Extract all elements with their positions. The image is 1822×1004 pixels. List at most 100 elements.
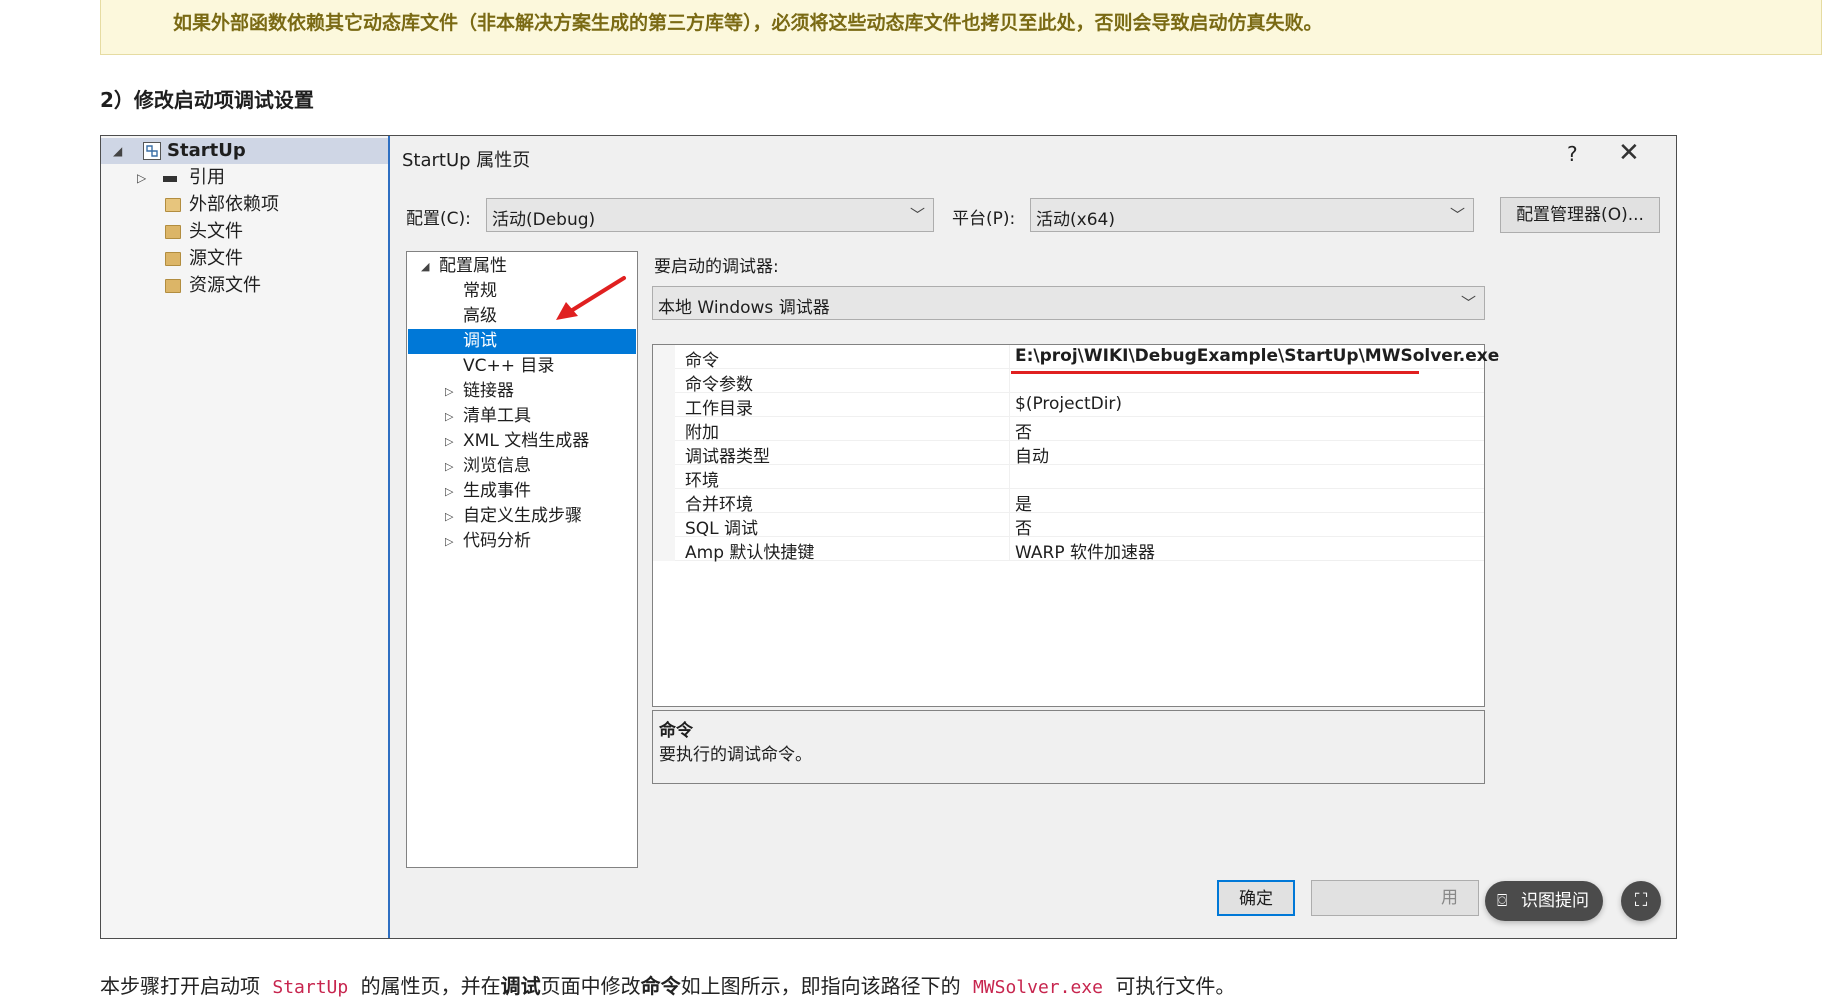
- tree-item-label: 调试: [463, 331, 497, 351]
- tree-item-manifest[interactable]: ▷ 清单工具: [445, 404, 625, 429]
- tree-item-browse[interactable]: ▷ 浏览信息: [445, 454, 625, 479]
- screenshot-figure: ◢ StartUp ▷ 引用 外部依赖项 头文件 源文件 资源文件 StartU…: [100, 135, 1677, 939]
- prop-row-command[interactable]: 命令 E:\proj\WIKI\DebugExample\StartUp\MWS…: [653, 345, 1499, 371]
- tree-item-label: 自定义生成步骤: [463, 506, 582, 526]
- prop-key: 合并环境: [685, 495, 753, 515]
- expand-triangle-icon[interactable]: ◢: [421, 254, 429, 279]
- prop-key: 调试器类型: [685, 447, 770, 467]
- caption-bold: 调试: [500, 974, 541, 998]
- description-title: 命令: [659, 721, 693, 741]
- caption-bold: 命令: [640, 974, 681, 998]
- warning-note-text: 如果外部函数依赖其它动态库文件（非本解决方案生成的第三方库等），必须将这些动态库…: [173, 12, 1323, 34]
- collapsed-triangle-icon[interactable]: ▷: [445, 454, 453, 479]
- tree-item-advanced[interactable]: 高级: [463, 304, 497, 329]
- tree-item-general[interactable]: 常规: [463, 279, 497, 304]
- platform-select[interactable]: 活动(x64) ﹀: [1030, 198, 1474, 232]
- scan-icon: ⌼: [1497, 891, 1508, 911]
- prop-value-command[interactable]: E:\proj\WIKI\DebugExample\StartUp\MWSolv…: [1015, 346, 1499, 366]
- prop-value[interactable]: 否: [1015, 418, 1032, 443]
- prop-row-amp[interactable]: Amp 默认快捷键 WARP 软件加速器: [653, 537, 1484, 563]
- grid-gutter: [653, 465, 675, 489]
- collapsed-triangle-icon[interactable]: ▷: [445, 529, 453, 554]
- ok-button[interactable]: 确定: [1217, 880, 1295, 916]
- platform-label: 平台(P):: [952, 209, 1016, 229]
- se-item-headers[interactable]: 头文件: [101, 219, 388, 245]
- dialog-title: StartUp 属性页: [402, 150, 531, 171]
- collapsed-triangle-icon[interactable]: ▷: [445, 479, 453, 504]
- prop-row-workdir[interactable]: 工作目录 $(ProjectDir): [653, 393, 1484, 419]
- description-panel: 命令 要执行的调试命令。: [652, 710, 1485, 784]
- grid-gutter: [653, 441, 675, 465]
- apply-button[interactable]: 用: [1311, 880, 1479, 916]
- prop-key: 命令参数: [685, 375, 753, 395]
- grid-gutter: [653, 369, 675, 393]
- se-item-label: 资源文件: [189, 275, 261, 296]
- tree-item-custom-build[interactable]: ▷ 自定义生成步骤: [445, 504, 625, 529]
- platform-value: 活动(x64): [1036, 210, 1115, 230]
- prop-key: Amp 默认快捷键: [685, 543, 815, 563]
- close-icon[interactable]: ✕: [1618, 138, 1640, 168]
- se-item-label: 头文件: [189, 221, 243, 242]
- tree-item-debugging[interactable]: 调试: [408, 329, 636, 354]
- grid-gutter: [653, 513, 675, 537]
- tree-item-xml-doc[interactable]: ▷ XML 文档生成器: [445, 429, 625, 454]
- image-edit-icon: ⛶: [1634, 890, 1648, 911]
- prop-value[interactable]: 否: [1015, 514, 1032, 539]
- config-select[interactable]: 活动(Debug) ﹀: [486, 198, 934, 232]
- caption-text: 如上图所示，即指向该路径下的: [680, 974, 967, 998]
- config-value: 活动(Debug): [492, 210, 596, 230]
- tree-item-build-events[interactable]: ▷ 生成事件: [445, 479, 625, 504]
- tree-item-code-analysis[interactable]: ▷ 代码分析: [445, 529, 625, 554]
- warning-note: 如果外部函数依赖其它动态库文件（非本解决方案生成的第三方库等），必须将这些动态库…: [100, 0, 1822, 55]
- tree-item-linker[interactable]: ▷ 链接器: [445, 379, 625, 404]
- description-text: 要执行的调试命令。: [659, 745, 812, 765]
- collapsed-triangle-icon[interactable]: ▷: [137, 165, 146, 191]
- debugger-label: 要启动的调试器:: [654, 257, 779, 277]
- prop-value[interactable]: $(ProjectDir): [1015, 394, 1122, 414]
- collapsed-triangle-icon[interactable]: ▷: [445, 429, 453, 454]
- prop-key: 附加: [685, 423, 719, 443]
- caption-text: 页面中修改: [540, 974, 641, 998]
- prop-row-debugger-type[interactable]: 调试器类型 自动: [653, 441, 1484, 467]
- image-ask-label: 识图提问: [1521, 891, 1589, 911]
- prop-row-environment[interactable]: 环境: [653, 465, 1484, 491]
- project-node[interactable]: ◢ StartUp: [101, 138, 388, 164]
- folder-icon: [165, 225, 181, 239]
- config-manager-button[interactable]: 配置管理器(O)...: [1500, 197, 1660, 233]
- se-item-label: 外部依赖项: [189, 194, 279, 215]
- prop-value[interactable]: 自动: [1015, 442, 1049, 467]
- prop-row-attach[interactable]: 附加 否: [653, 417, 1484, 443]
- tree-item-label: 清单工具: [463, 406, 531, 426]
- prop-row-sql-debug[interactable]: SQL 调试 否: [653, 513, 1484, 539]
- help-button[interactable]: ?: [1567, 142, 1578, 166]
- prop-row-merge-env[interactable]: 合并环境 是: [653, 489, 1484, 515]
- tree-item-label: 代码分析: [463, 531, 531, 551]
- debugger-select[interactable]: 本地 Windows 调试器 ﹀: [652, 286, 1485, 320]
- se-item-sources[interactable]: 源文件: [101, 246, 388, 272]
- config-label: 配置(C):: [406, 209, 471, 229]
- prop-value[interactable]: WARP 软件加速器: [1015, 538, 1155, 563]
- prop-key: 工作目录: [685, 399, 753, 419]
- grid-gutter: [653, 393, 675, 417]
- collapsed-triangle-icon[interactable]: ▷: [445, 379, 453, 404]
- tree-item-label: 浏览信息: [463, 456, 531, 476]
- folder-icon: [165, 252, 181, 266]
- se-item-external-deps[interactable]: 外部依赖项: [101, 192, 388, 218]
- se-item-references[interactable]: ▷ 引用: [101, 165, 388, 191]
- prop-key: SQL 调试: [685, 519, 759, 539]
- prop-value[interactable]: 是: [1015, 490, 1032, 515]
- collapsed-triangle-icon[interactable]: ▷: [445, 504, 453, 529]
- grid-gutter: [653, 417, 675, 441]
- se-item-resources[interactable]: 资源文件: [101, 273, 388, 299]
- reference-icon: [163, 176, 177, 182]
- tree-item-vc-dirs[interactable]: VC++ 目录: [463, 354, 554, 379]
- collapsed-triangle-icon[interactable]: ▷: [445, 404, 453, 429]
- expand-triangle-icon[interactable]: ◢: [113, 138, 122, 164]
- image-ask-button[interactable]: ⌼ 识图提问: [1485, 881, 1603, 921]
- annotation-underline: [1011, 371, 1419, 374]
- grid-gutter: [653, 345, 675, 369]
- caption-text: 本步骤打开启动项: [100, 974, 267, 998]
- project-icon: [143, 142, 161, 160]
- external-deps-icon: [165, 198, 181, 212]
- image-edit-button[interactable]: ⛶: [1621, 881, 1661, 921]
